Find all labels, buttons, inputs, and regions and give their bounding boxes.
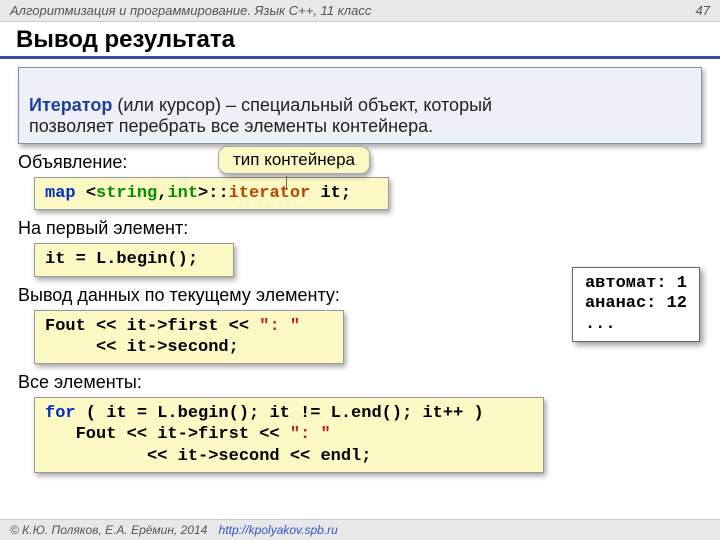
footer-link[interactable]: http://kpolyakov.spb.ru <box>219 523 338 537</box>
header-left: Алгоритмизация и программирование. Язык … <box>10 3 371 18</box>
content: Итератор (или курсор) – специальный объе… <box>0 59 720 473</box>
footer: © К.Ю. Поляков, Е.А. Ерёмин, 2014 http:/… <box>0 519 720 540</box>
header-bar: Алгоритмизация и программирование. Язык … <box>0 0 720 22</box>
callout-container-type: тип контейнера <box>218 146 370 174</box>
code-declaration: map <string,int>::iterator it; <box>34 177 389 210</box>
code-first: it = L.begin(); <box>34 243 234 276</box>
code-print: Fout << it->first << ": " << it->second; <box>34 310 344 365</box>
code-all: for ( it = L.begin(); it != L.end(); it+… <box>34 397 544 473</box>
label-first: На первый элемент: <box>18 218 704 239</box>
definition-term: Итератор <box>29 95 112 115</box>
callout-pointer <box>286 176 287 190</box>
definition-box: Итератор (или курсор) – специальный объе… <box>18 67 702 144</box>
copyright: © К.Ю. Поляков, Е.А. Ерёмин, 2014 <box>10 523 207 537</box>
output-box: автомат: 1 ананас: 12 ... <box>572 267 700 342</box>
page-number: 47 <box>696 3 710 18</box>
label-all: Все элементы: <box>18 372 704 393</box>
slide-title: Вывод результата <box>0 22 720 59</box>
